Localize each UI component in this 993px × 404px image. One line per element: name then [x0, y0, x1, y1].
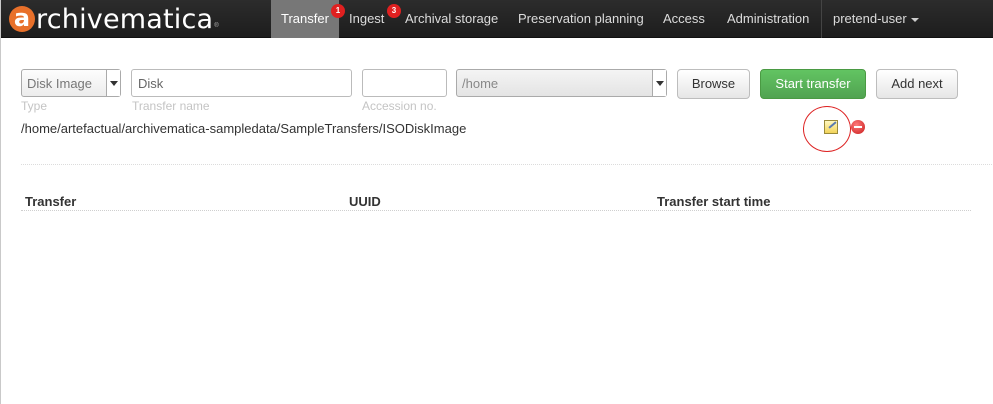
nav-tab-administration[interactable]: Administration: [717, 0, 821, 38]
selected-path: /home/artefactual/archivematica-sampleda…: [21, 121, 467, 136]
brand-logo-letter: a: [9, 6, 35, 32]
nav-tab-ingest[interactable]: Ingest 3: [339, 0, 401, 38]
nav-tab-access[interactable]: Access: [653, 0, 717, 38]
transfer-type-select[interactable]: Disk Image: [21, 69, 121, 97]
accession-number-label: Accession no.: [362, 99, 437, 113]
browse-button[interactable]: Browse: [677, 69, 750, 99]
main-nav: Transfer 1 Ingest 3 Archival storage Pre…: [271, 0, 931, 38]
source-location-select[interactable]: /home: [456, 69, 667, 97]
section-divider: [21, 164, 993, 165]
source-location-value: /home: [462, 76, 499, 91]
nav-tab-preservation-planning[interactable]: Preservation planning: [508, 0, 653, 38]
start-transfer-button[interactable]: Start transfer: [760, 69, 866, 99]
user-menu[interactable]: pretend-user: [821, 0, 931, 38]
top-navbar: a rchivematica ® Transfer 1 Ingest 3 Arc…: [1, 0, 993, 38]
transfer-name-label: Transfer name: [132, 99, 210, 113]
brand-logo-text: rchivematica: [36, 3, 214, 35]
column-header-uuid: UUID: [349, 194, 381, 209]
annotation-highlight-circle: [803, 106, 851, 152]
caret-down-icon: [910, 17, 919, 22]
type-label: Type: [21, 99, 48, 113]
add-next-button[interactable]: Add next: [876, 69, 958, 99]
nav-tab-archival-storage[interactable]: Archival storage: [395, 0, 508, 38]
brand-logo[interactable]: a rchivematica ®: [9, 1, 219, 37]
nav-tab-label: Administration: [727, 11, 810, 26]
brand-registered-mark: ®: [214, 23, 219, 29]
nav-tab-transfer[interactable]: Transfer 1: [271, 0, 345, 38]
app-window: a rchivematica ® Transfer 1 Ingest 3 Arc…: [0, 0, 993, 404]
nav-tab-label: Transfer: [281, 11, 329, 26]
accession-number-input[interactable]: [362, 69, 447, 97]
column-header-start-time: Transfer start time: [657, 194, 771, 209]
nav-tab-label: Archival storage: [405, 11, 499, 26]
chevron-down-icon: [106, 70, 120, 96]
user-menu-label: pretend-user: [833, 11, 907, 26]
column-header-transfer: Transfer: [25, 194, 77, 209]
nav-tab-label: Ingest: [349, 11, 385, 26]
transfer-type-value: Disk Image: [27, 76, 93, 91]
nav-tab-label: Preservation planning: [518, 11, 644, 26]
transfer-name-input[interactable]: Disk: [131, 69, 352, 97]
nav-tab-label: Access: [663, 11, 705, 26]
transfer-name-value: Disk: [138, 76, 164, 91]
table-header-underline: [21, 210, 971, 211]
remove-icon[interactable]: [851, 120, 865, 134]
chevron-down-icon: [652, 70, 666, 96]
